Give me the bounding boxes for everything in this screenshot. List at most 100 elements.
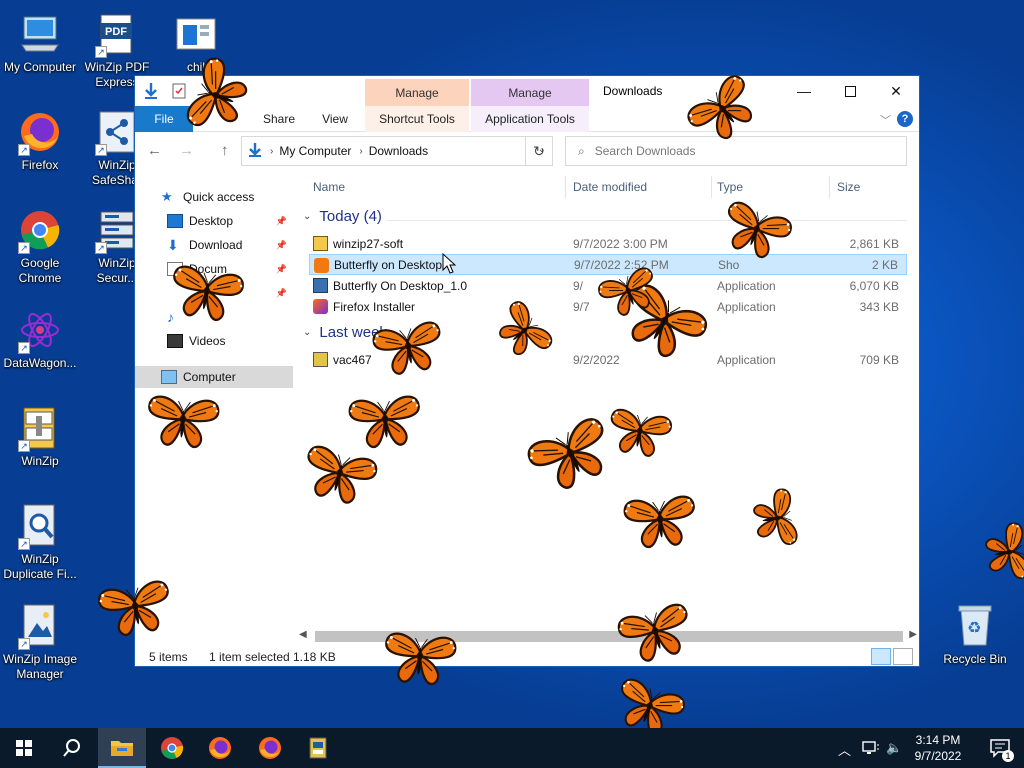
column-divider[interactable] — [829, 176, 830, 198]
nav-quick-access[interactable]: ★ Quick access — [135, 186, 293, 208]
nav-downloads[interactable]: ⬇ Download 📌 — [135, 234, 293, 256]
desktop-icon-google-chrome[interactable]: ↗ Google Chrome — [0, 206, 80, 286]
start-button[interactable] — [0, 728, 48, 768]
application-icon — [309, 737, 327, 759]
window-title: Downloads — [603, 84, 663, 98]
maximize-button[interactable] — [827, 76, 873, 106]
help-icon[interactable]: ? — [897, 111, 913, 127]
breadcrumb-downloads[interactable]: Downloads — [369, 144, 428, 158]
taskbar-app[interactable] — [294, 728, 342, 768]
large-icons-view-button[interactable] — [893, 648, 913, 665]
desktop-icon-chil[interactable]: chil — [156, 10, 236, 75]
taskbar-firefox[interactable] — [196, 728, 244, 768]
refresh-icon: ↻ — [533, 143, 545, 159]
breadcrumb-chevron-icon[interactable]: › — [270, 146, 273, 157]
desktop-icon-winzip[interactable]: ↗ WinZip — [0, 404, 80, 469]
butterfly-icon — [982, 521, 1024, 585]
desktop-icon-label: My Computer — [3, 60, 77, 74]
column-header-date[interactable]: Date modified — [573, 180, 647, 194]
back-arrow-icon[interactable]: ← — [147, 142, 162, 159]
up-arrow-icon[interactable]: ↑ — [221, 142, 229, 159]
nav-videos[interactable]: Videos — [135, 330, 293, 352]
nav-pictures[interactable]: 📌 — [135, 282, 293, 304]
action-center-button[interactable]: 1 — [976, 728, 1024, 768]
column-divider[interactable] — [711, 176, 712, 198]
title-bar[interactable]: Manage Manage Downloads — ✕ — [135, 76, 919, 107]
file-date: 9/ — [573, 278, 584, 293]
search-input[interactable] — [594, 144, 855, 158]
minimize-button[interactable]: — — [781, 76, 827, 106]
pin-icon[interactable]: 📌 — [276, 240, 287, 251]
shortcut-arrow-icon: ↗ — [18, 342, 30, 354]
forward-arrow-icon[interactable]: → — [179, 142, 194, 159]
group-header-today[interactable]: ⌄ Today (4) — [303, 208, 382, 225]
tab-view[interactable]: View — [307, 106, 363, 132]
refresh-button[interactable]: ↻ — [525, 136, 553, 166]
taskbar-firefox-installer[interactable] — [246, 728, 294, 768]
breadcrumb-my-computer[interactable]: My Computer — [279, 144, 351, 158]
nav-this-computer[interactable]: Computer — [135, 366, 293, 388]
close-button[interactable]: ✕ — [873, 76, 919, 106]
nav-label: Computer — [183, 370, 236, 384]
taskbar-chrome[interactable] — [148, 728, 196, 768]
desktop-icon-recycle-bin[interactable]: ♻ Recycle Bin — [935, 602, 1015, 667]
group-label: Today (4) — [319, 208, 382, 225]
desktop-icon-my-computer[interactable]: My Computer — [0, 10, 80, 75]
context-tab-manage-application[interactable]: Manage — [471, 79, 589, 107]
nav-documents[interactable]: Docum 📌 — [135, 258, 293, 280]
search-box[interactable]: ⌕ — [565, 136, 907, 166]
address-bar[interactable]: › My Computer › Downloads ⌄ — [241, 136, 553, 166]
desktop-icon-firefox[interactable]: ↗ Firefox — [0, 108, 80, 173]
pin-icon[interactable]: 📌 — [276, 216, 287, 227]
chevron-down-icon: ⌄ — [303, 327, 312, 338]
search-button[interactable] — [48, 728, 96, 768]
document-icon — [172, 10, 220, 58]
folder-icon — [111, 741, 133, 756]
file-row-selected[interactable]: Butterfly on Desktop 9/7/2022 2:52 PM Sh… — [309, 254, 907, 275]
context-tab-manage-shortcut[interactable]: Manage — [365, 79, 469, 107]
expand-ribbon-icon[interactable]: ﹀ — [880, 112, 891, 128]
file-row[interactable]: winzip27-soft 9/7/2022 3:00 PM 2,861 KB — [309, 233, 907, 254]
scrollbar-thumb[interactable] — [315, 631, 903, 642]
file-explorer-window[interactable]: Manage Manage Downloads — ✕ File Share V… — [134, 75, 920, 667]
desktop-icon-winzip-image-manager[interactable]: ↗ WinZip Image Manager — [0, 602, 80, 682]
computer-icon — [161, 370, 177, 384]
column-header-name[interactable]: Name — [313, 180, 345, 194]
file-name: Firefox Installer — [333, 299, 416, 314]
duplicate-finder-icon: ↗ — [16, 502, 64, 550]
details-view-button[interactable] — [871, 648, 891, 665]
nav-desktop[interactable]: Desktop 📌 — [135, 210, 293, 232]
column-divider[interactable] — [565, 176, 566, 198]
shortcut-arrow-icon: ↗ — [95, 46, 107, 58]
file-date: 9/2/2022 — [573, 352, 620, 367]
horizontal-scrollbar[interactable]: ◀ ▶ — [295, 628, 919, 644]
tab-share[interactable]: Share — [251, 106, 307, 132]
breadcrumb-chevron-icon[interactable]: › — [359, 146, 362, 157]
column-header-size[interactable]: Size — [837, 180, 860, 194]
chevron-down-icon: ⌄ — [303, 211, 312, 222]
tab-file[interactable]: File — [135, 106, 193, 132]
show-hidden-icons-chevron-icon[interactable]: ︿ — [838, 740, 851, 759]
close-icon: ✕ — [890, 82, 902, 99]
scroll-right-icon[interactable]: ▶ — [909, 629, 917, 640]
file-row[interactable]: vac467 9/2/2022 Application 709 KB — [309, 349, 907, 370]
tab-application-tools[interactable]: Application Tools — [471, 106, 589, 132]
network-icon[interactable] — [862, 740, 880, 759]
taskbar-file-explorer[interactable] — [98, 728, 146, 768]
file-date: 9/7/2022 3:00 PM — [573, 236, 668, 251]
datawagon-icon: ↗ — [16, 306, 64, 354]
tab-shortcut-tools[interactable]: Shortcut Tools — [365, 106, 469, 132]
desktop-icon-datawagon[interactable]: ↗ DataWagon... — [0, 306, 80, 371]
pin-icon[interactable]: 📌 — [276, 264, 287, 275]
file-row[interactable]: Firefox Installer 9/7 Application 343 KB — [309, 296, 907, 317]
properties-icon[interactable] — [171, 82, 189, 100]
download-arrow-icon[interactable] — [143, 82, 161, 100]
nav-music[interactable]: ♪ — [135, 306, 293, 328]
column-header-type[interactable]: Type — [717, 180, 743, 194]
desktop-icon-winzip-duplicate-finder[interactable]: ↗ WinZip Duplicate Fi... — [0, 502, 80, 582]
system-clock[interactable]: 3:14 PM 9/7/2022 — [900, 732, 976, 764]
pin-icon[interactable]: 📌 — [276, 288, 287, 299]
group-header-last-week[interactable]: ⌄ Last week — [303, 324, 387, 341]
scroll-left-icon[interactable]: ◀ — [299, 629, 307, 640]
file-row[interactable]: Butterfly On Desktop_1.0 9/ Application … — [309, 275, 907, 296]
